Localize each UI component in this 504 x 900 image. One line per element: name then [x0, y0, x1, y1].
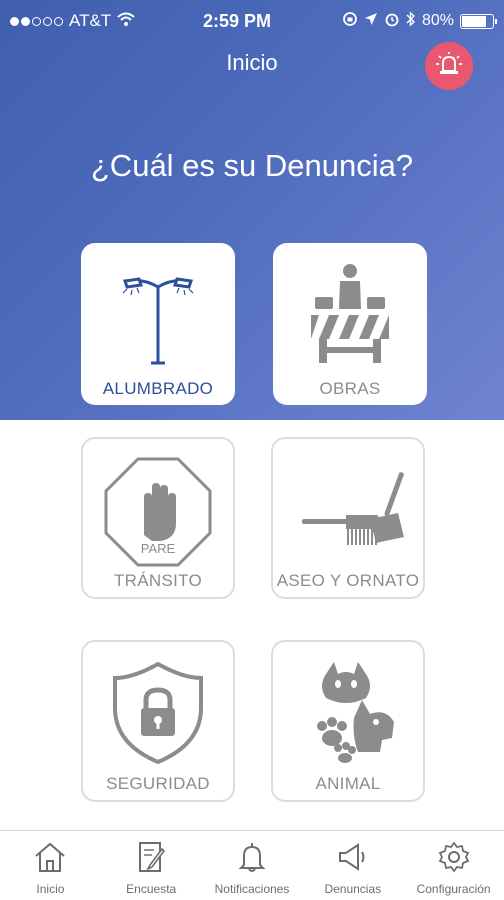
cat-dog-icon [273, 656, 423, 766]
bell-icon [235, 841, 269, 878]
tab-configuracion[interactable]: Configuración [403, 831, 504, 900]
alarm-clock-icon [384, 11, 400, 32]
tab-label: Notificaciones [214, 882, 290, 896]
rotation-lock-icon [342, 11, 358, 32]
status-right: 80% [294, 10, 497, 32]
category-label: TRÁNSITO [113, 571, 203, 590]
status-bar: AT&T 2:59 PM 80% [0, 0, 504, 42]
stop-sign-text: PARE [141, 541, 176, 556]
signal-icon [10, 16, 63, 26]
wifi-icon [117, 11, 135, 31]
tab-encuesta[interactable]: Encuesta [101, 831, 202, 900]
stop-sign-icon: PARE [83, 453, 233, 573]
tab-bar: Inicio Encuesta Notificaciones Denuncias… [0, 830, 504, 900]
tab-label: Denuncias [324, 882, 382, 896]
category-alumbrado-button[interactable]: ALUMBRADO [81, 243, 235, 405]
category-transito-button[interactable]: PARE TRÁNSITO [81, 437, 235, 599]
lock-shield-icon [83, 656, 233, 766]
gear-icon [437, 841, 471, 878]
status-left: AT&T [10, 11, 180, 31]
battery-percent: 80% [421, 12, 454, 29]
tab-label: Inicio [36, 882, 65, 896]
survey-icon [134, 841, 168, 878]
tab-label: Configuración [416, 882, 491, 896]
category-animal-button[interactable]: ANIMAL [271, 640, 425, 802]
battery-level [462, 15, 486, 27]
category-obras-button[interactable]: OBRAS [273, 243, 427, 405]
status-time: 2:59 PM [202, 10, 272, 31]
question-heading: ¿Cuál es su Denuncia? [90, 148, 414, 183]
home-icon [33, 841, 67, 878]
category-label: ASEO Y ORNATO [276, 571, 420, 590]
broom-dustpan-icon [273, 453, 423, 563]
siren-icon [435, 51, 463, 82]
category-aseo-ornato-button[interactable]: ASEO Y ORNATO [271, 437, 425, 599]
streetlight-icon [81, 257, 235, 367]
tab-notificaciones[interactable]: Notificaciones [202, 831, 303, 900]
category-label: OBRAS [319, 379, 381, 398]
category-label: ALUMBRADO [102, 379, 214, 398]
carrier-label: AT&T [69, 11, 112, 30]
tab-inicio[interactable]: Inicio [0, 831, 101, 900]
category-label: ANIMAL [315, 774, 381, 793]
category-label: SEGURIDAD [106, 774, 210, 793]
bluetooth-icon [406, 10, 416, 32]
tab-denuncias[interactable]: Denuncias [302, 831, 403, 900]
tab-label: Encuesta [126, 882, 177, 896]
category-seguridad-button[interactable]: SEGURIDAD [81, 640, 235, 802]
megaphone-icon [336, 841, 370, 878]
location-icon [364, 12, 378, 31]
battery-icon [460, 13, 497, 29]
emergency-alarm-button[interactable] [425, 42, 473, 90]
roadwork-icon [273, 257, 427, 367]
